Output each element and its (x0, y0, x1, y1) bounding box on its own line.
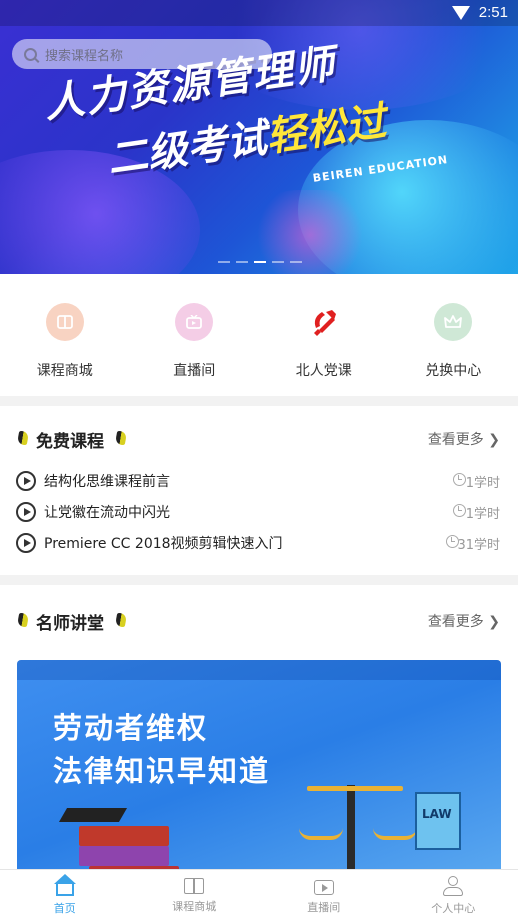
course-hours: 1学时 (465, 476, 500, 491)
nav-live-room[interactable]: 直播间 (259, 870, 389, 921)
quick-item-label: 直播间 (173, 363, 216, 379)
section-divider (0, 575, 518, 585)
course-title: 让党徽在流动中闪光 (44, 505, 170, 521)
course-row[interactable]: Premiere CC 2018视频剪辑快速入门 31学时 (0, 527, 518, 558)
app-root: 人力资源管理师 二级考试轻松过 BEIREN EDUCATION 2:51 搜索… (0, 0, 518, 921)
clock-icon (453, 504, 466, 517)
tv-icon (175, 303, 214, 341)
hero-banner[interactable]: 人力资源管理师 二级考试轻松过 BEIREN EDUCATION 2:51 搜索… (0, 0, 518, 274)
nav-label: 课程商城 (172, 900, 217, 913)
carousel-dot[interactable] (272, 261, 284, 263)
nav-label: 直播间 (307, 901, 341, 914)
carousel-dot[interactable] (236, 261, 248, 263)
banner-line2-part1: 二级考试 (104, 115, 270, 184)
nav-label: 首页 (53, 902, 76, 915)
quick-item-label: 兑换中心 (425, 363, 482, 379)
status-bar: 2:51 (0, 0, 518, 26)
carousel-dot[interactable] (290, 261, 302, 263)
book-open-icon (45, 303, 84, 341)
course-hours: 1学时 (465, 507, 500, 522)
scale-beam (307, 786, 403, 791)
scale-icon (347, 785, 355, 875)
bottom-nav: 首页 课程商城 直播间 个人中心 (0, 869, 518, 921)
search-icon (24, 47, 37, 61)
lecture-banner-line1: 劳动者维权 (53, 711, 209, 745)
course-title: Premiere CC 2018视频剪辑快速入门 (44, 536, 283, 552)
quick-menu: 课程商城 直播间 北人党课 兑换中心 (0, 274, 518, 396)
search-input[interactable]: 搜索课程名称 (12, 39, 272, 69)
graduation-cap-icon (58, 808, 128, 822)
user-icon (442, 876, 464, 896)
home-icon (53, 874, 76, 896)
leaf-icon (16, 431, 30, 445)
section-divider (0, 396, 518, 406)
nav-course-mall[interactable]: 课程商城 (130, 870, 260, 921)
carousel-dot[interactable] (218, 261, 230, 263)
play-icon (16, 471, 36, 491)
course-row[interactable]: 结构化思维课程前言 1学时 (0, 465, 518, 496)
carousel-indicator (218, 261, 302, 263)
book-icon (184, 878, 205, 894)
quick-item-label: 北人党课 (295, 363, 352, 379)
law-label: LAW (422, 807, 452, 821)
leaf-icon (16, 613, 30, 627)
wifi-icon (452, 6, 470, 20)
nav-label: 个人中心 (431, 902, 476, 915)
nav-home[interactable]: 首页 (0, 870, 130, 921)
lecture-banner[interactable]: 劳动者维权 法律知识早知道 LAW (17, 660, 501, 875)
play-icon (16, 502, 36, 522)
lecture-hall-header: 名师讲堂 查看更多 ❯ (0, 600, 518, 640)
play-icon (16, 533, 36, 553)
course-row[interactable]: 让党徽在流动中闪光 1学时 (0, 496, 518, 527)
leaf-icon (114, 431, 128, 445)
see-more-link[interactable]: 查看更多 ❯ (428, 429, 500, 449)
banner-band (17, 660, 501, 680)
section-title: 免费课程 (36, 432, 104, 452)
scale-pan (299, 828, 343, 840)
status-time: 2:51 (478, 4, 508, 21)
chevron-right-icon: ❯ (488, 432, 500, 448)
quick-item-party-class[interactable]: 北人党课 (259, 274, 389, 396)
search-placeholder: 搜索课程名称 (45, 48, 124, 64)
crown-icon (434, 303, 473, 341)
free-courses-header: 免费课程 查看更多 ❯ (0, 418, 518, 458)
books-icon (79, 826, 169, 846)
law-book-icon (415, 792, 461, 850)
course-hours: 31学时 (457, 538, 500, 553)
quick-item-label: 课程商城 (36, 363, 93, 379)
carousel-dot-active[interactable] (254, 261, 266, 263)
scale-pan (373, 828, 417, 840)
quick-item-exchange-center[interactable]: 兑换中心 (389, 274, 518, 396)
chevron-right-icon: ❯ (488, 614, 500, 630)
tv-icon (313, 880, 334, 895)
see-more-link[interactable]: 查看更多 ❯ (428, 611, 500, 631)
nav-profile[interactable]: 个人中心 (389, 870, 518, 921)
lecture-banner-line2: 法律知识早知道 (53, 754, 271, 788)
party-emblem-icon (305, 303, 343, 341)
section-title: 名师讲堂 (36, 614, 104, 634)
quick-item-course-mall[interactable]: 课程商城 (0, 274, 130, 396)
quick-item-live-room[interactable]: 直播间 (130, 274, 260, 396)
course-title: 结构化思维课程前言 (44, 474, 170, 490)
leaf-icon (114, 613, 128, 627)
clock-icon (453, 473, 466, 486)
